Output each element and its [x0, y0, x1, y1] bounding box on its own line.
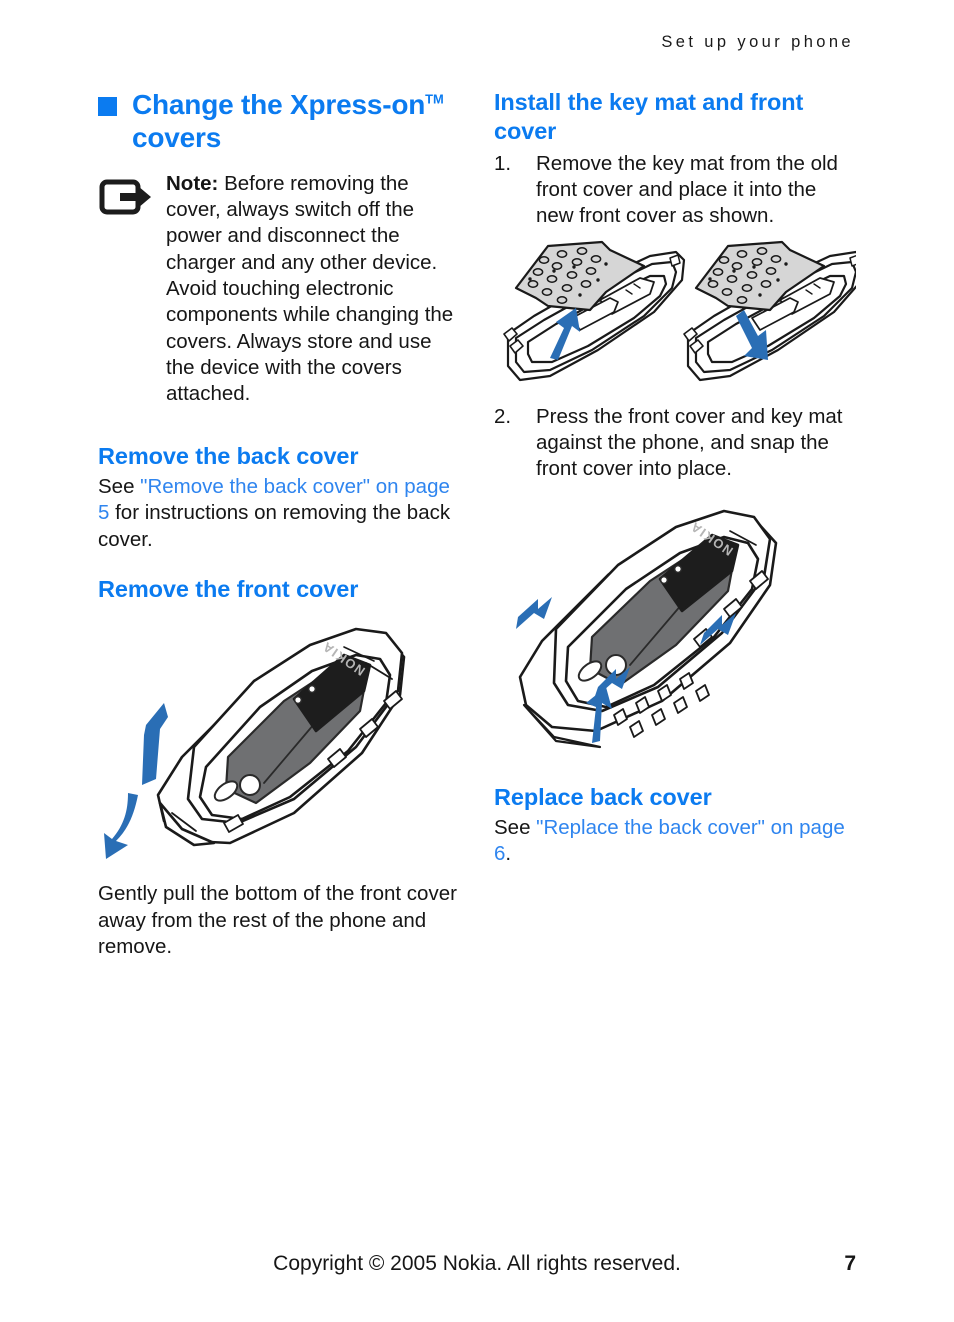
step-number: 1.: [494, 151, 512, 175]
figure-key-mat-install: [494, 238, 856, 388]
direction-arrow-icon: [104, 703, 168, 860]
heading-remove-back-cover: Remove the back cover: [98, 442, 359, 469]
step-text: Press the front cover and key mat agains…: [536, 404, 843, 481]
heading-install-line2: cover: [494, 118, 557, 145]
install-steps-list: 1. Remove the key mat from the old front…: [494, 151, 856, 230]
xref-suffix: .: [505, 842, 512, 866]
note-label: Note:: [166, 171, 219, 195]
step-number: 2.: [494, 404, 512, 428]
list-item: 2. Press the front cover and key mat aga…: [494, 404, 856, 483]
copyright-text: Copyright © 2005 Nokia. All rights reser…: [273, 1252, 681, 1275]
para-remove-back-cover: See "Remove the back cover" on page 5 fo…: [98, 474, 460, 553]
cross-reference-link-page6[interactable]: "Replace the back cover" on page 6: [494, 816, 845, 865]
square-bullet-icon: [98, 97, 117, 116]
caption-remove-front-cover: Gently pull the bottom of the front cove…: [98, 882, 457, 958]
figure-remove-front-cover: NOKIA: [98, 607, 460, 869]
para-replace-back-cover: See "Replace the back cover" on page 6.: [494, 815, 856, 868]
trademark-symbol: TM: [425, 91, 444, 107]
page-title-line2: covers: [132, 122, 222, 154]
page-title: Change the Xpress-onTM covers: [98, 88, 460, 155]
note-block: Note: Before removing the cover, always …: [98, 171, 460, 408]
note-text: Note: Before removing the cover, always …: [166, 171, 460, 408]
note-body: Before removing the cover, always switch…: [166, 171, 454, 406]
left-column: Change the Xpress-onTM covers Note: Befo…: [98, 88, 460, 960]
heading-replace-back-cover: Replace back cover: [494, 783, 712, 810]
xref-prefix: See: [494, 816, 537, 840]
list-item: 1. Remove the key mat from the old front…: [494, 151, 856, 230]
xref-suffix: for instructions on removing the back co…: [98, 501, 451, 551]
xref-prefix: See: [98, 474, 141, 498]
page-number: 7: [844, 1252, 856, 1275]
page-title-line1: Change the Xpress-on: [132, 89, 426, 120]
document-page: Set up your phone Change the Xpress-onTM…: [0, 0, 954, 1322]
running-header: Set up your phone: [661, 33, 854, 51]
page-footer: Copyright © 2005 Nokia. All rights reser…: [98, 1252, 856, 1282]
note-arrow-icon: [99, 177, 155, 217]
install-steps-list-2: 2. Press the front cover and key mat aga…: [494, 404, 856, 483]
heading-remove-front-cover: Remove the front cover: [98, 575, 359, 602]
heading-install-key-mat: Install the key mat and front cover: [494, 88, 856, 147]
heading-install-line1: Install the key mat and front: [494, 89, 804, 115]
step-text: Remove the key mat from the old front co…: [536, 151, 838, 228]
figure-front-cover-snap: NOKIA: [494, 491, 856, 761]
right-column: Install the key mat and front cover 1. R…: [494, 88, 856, 868]
